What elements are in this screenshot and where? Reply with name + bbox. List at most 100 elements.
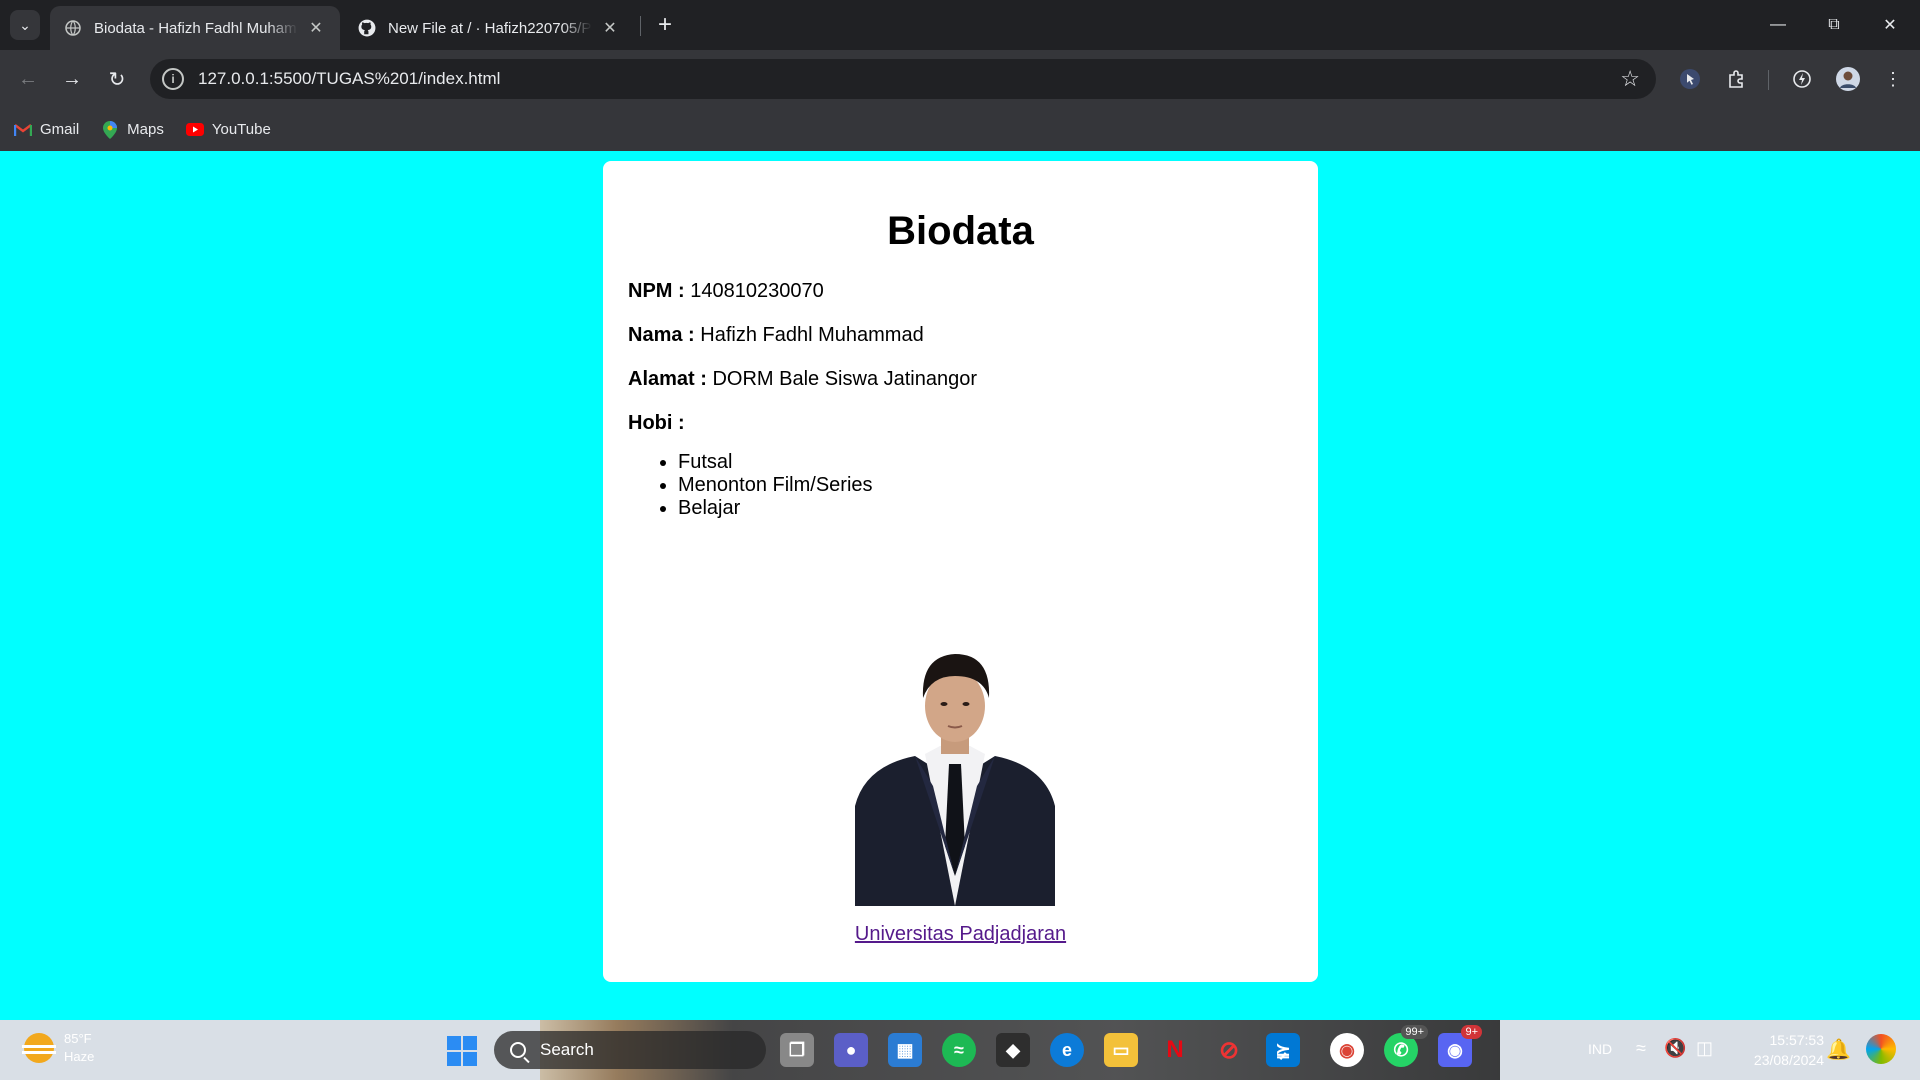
start-button[interactable] (447, 1036, 477, 1066)
nama-label: Nama : (628, 324, 695, 346)
whatsapp-icon[interactable]: ✆ 99+ (1384, 1025, 1428, 1067)
clock-date: 23/08/2024 (1753, 1052, 1824, 1068)
close-tab-icon[interactable]: ✕ (306, 18, 326, 38)
alamat-field: Alamat : DORM Bale Siswa Jatinangor (628, 368, 1293, 391)
extensions-puzzle-icon[interactable] (1722, 65, 1750, 93)
nama-value: Hafizh Fadhl Muhammad (700, 324, 924, 346)
chrome-icon[interactable]: ◉ (1330, 1033, 1364, 1067)
forward-button[interactable]: → (54, 61, 90, 97)
new-tab-button[interactable]: + (650, 10, 680, 40)
performance-icon[interactable] (1788, 65, 1816, 93)
page-viewport: Biodata NPM : 140810230070 Nama : Hafizh… (0, 151, 1920, 1020)
tab-strip: ⌄ Biodata - Hafizh Fadhl Muhammad ✕ New … (0, 0, 1920, 50)
search-placeholder: Search (540, 1040, 594, 1059)
alamat-value: DORM Bale Siswa Jatinangor (712, 368, 978, 390)
hobi-field: Hobi : (628, 412, 1293, 435)
profile-avatar[interactable] (1834, 65, 1862, 93)
search-icon (510, 1042, 526, 1058)
reload-button[interactable]: ↻ (99, 61, 135, 97)
system-clock[interactable]: 15:57:53 23/08/2024 (1734, 1030, 1824, 1070)
bookmark-youtube[interactable]: YouTube (185, 121, 271, 139)
volume-muted-icon[interactable]: 🔇 (1664, 1038, 1686, 1059)
unity-icon[interactable]: ◆ (996, 1033, 1030, 1067)
tab-title: New File at / · Hafizh220705/Pe (388, 19, 592, 37)
chevron-down-icon: ⌄ (19, 16, 31, 33)
globe-icon (64, 19, 82, 37)
restore-button[interactable]: ⧉ (1806, 0, 1862, 50)
tab-title: Biodata - Hafizh Fadhl Muhammad (94, 19, 298, 37)
weather-temp: 85°F (64, 1031, 92, 1046)
discord-icon[interactable]: ◉ 9+ (1438, 1025, 1482, 1067)
whatsapp-badge: 99+ (1401, 1025, 1428, 1039)
windows-logo-icon (463, 1036, 477, 1050)
edge-icon[interactable]: e (1050, 1033, 1084, 1067)
tab-biodata[interactable]: Biodata - Hafizh Fadhl Muhammad ✕ (50, 6, 340, 50)
tab-github[interactable]: New File at / · Hafizh220705/Pe ✕ (344, 6, 634, 50)
gmail-icon (14, 121, 32, 139)
notification-bell-icon[interactable]: 🔔 (1826, 1037, 1851, 1062)
weather-widget[interactable]: 85°F Haze (22, 1030, 95, 1066)
windows-logo-icon (447, 1052, 461, 1066)
teams-chat-icon[interactable]: ● (834, 1033, 868, 1067)
biodata-card: Biodata NPM : 140810230070 Nama : Hafizh… (603, 161, 1318, 982)
hobi-label: Hobi : (628, 412, 685, 434)
minimize-button[interactable]: — (1750, 0, 1806, 50)
youtube-icon (185, 121, 204, 139)
back-button[interactable]: ← (10, 61, 46, 97)
bookmark-label: Maps (127, 121, 164, 138)
tab-divider (640, 16, 641, 36)
arrow-left-icon: ← (18, 67, 38, 90)
tab-search-button[interactable]: ⌄ (10, 10, 40, 40)
hobby-list: Futsal Menonton Film/Series Belajar (678, 451, 1293, 520)
microsoft-store-icon[interactable]: ▦ (888, 1033, 922, 1067)
address-bar[interactable]: i 127.0.0.1:5500/TUGAS%201/index.html ☆ (150, 59, 1656, 99)
alamat-label: Alamat : (628, 368, 707, 390)
windows-logo-icon (463, 1052, 477, 1066)
windows-logo-icon (447, 1036, 461, 1050)
more-menu-icon[interactable]: ⋮ (1879, 65, 1907, 93)
valorant-icon[interactable]: ⊘ (1212, 1033, 1246, 1067)
file-explorer-icon[interactable]: ▭ (1104, 1033, 1138, 1067)
page-title: Biodata (887, 209, 1034, 253)
arrow-right-icon: → (62, 67, 82, 90)
npm-label: NPM : (628, 280, 685, 302)
browser-chrome: ⌄ Biodata - Hafizh Fadhl Muhammad ✕ New … (0, 0, 1920, 151)
close-window-button[interactable]: ✕ (1862, 0, 1918, 50)
bookmark-star-icon[interactable]: ☆ (1620, 66, 1640, 92)
npm-value: 140810230070 (690, 280, 824, 302)
nama-field: Nama : Hafizh Fadhl Muhammad (628, 324, 1293, 347)
copilot-icon[interactable] (1866, 1034, 1896, 1064)
restore-icon: ⧉ (1828, 16, 1840, 33)
bookmark-gmail[interactable]: Gmail (14, 121, 79, 139)
profile-photo (855, 646, 1055, 906)
close-icon: ✕ (1883, 17, 1897, 34)
list-item: Menonton Film/Series (678, 474, 1293, 497)
list-item: Futsal (678, 451, 1293, 474)
toolbar-divider (1768, 70, 1769, 90)
netflix-icon[interactable]: N (1158, 1033, 1192, 1067)
language-indicator[interactable]: IND (1588, 1041, 1612, 1057)
taskbar-search[interactable]: Search (494, 1031, 766, 1069)
task-view-icon[interactable]: ❐ (780, 1033, 814, 1067)
npm-field: NPM : 140810230070 (628, 280, 1293, 303)
universitas-link[interactable]: Universitas Padjadjaran (855, 923, 1066, 945)
discord-badge: 9+ (1461, 1025, 1482, 1039)
browser-toolbar: ← → ↻ i 127.0.0.1:5500/TUGAS%201/index.h… (0, 50, 1920, 108)
battery-icon[interactable]: ◫ (1696, 1038, 1713, 1059)
bookmark-label: Gmail (40, 121, 80, 138)
github-icon (358, 19, 376, 37)
bookmark-maps[interactable]: Maps (101, 120, 164, 139)
close-tab-icon[interactable]: ✕ (600, 18, 620, 38)
extension-cursor-icon[interactable] (1676, 65, 1704, 93)
clock-time: 15:57:53 (1769, 1032, 1825, 1048)
bookmark-label: YouTube (211, 121, 271, 138)
wifi-icon[interactable]: ≈ (1636, 1038, 1646, 1059)
plus-icon: + (657, 11, 672, 38)
vscode-icon[interactable]: ⪶ (1266, 1033, 1300, 1067)
weather-condition: Haze (64, 1049, 95, 1064)
site-info-icon[interactable]: i (162, 68, 184, 90)
footer-link-container: Universitas Padjadjaran (603, 923, 1318, 946)
url-text: 127.0.0.1:5500/TUGAS%201/index.html (198, 69, 501, 88)
haze-weather-icon (22, 1033, 56, 1063)
spotify-icon[interactable]: ≈ (942, 1033, 976, 1067)
